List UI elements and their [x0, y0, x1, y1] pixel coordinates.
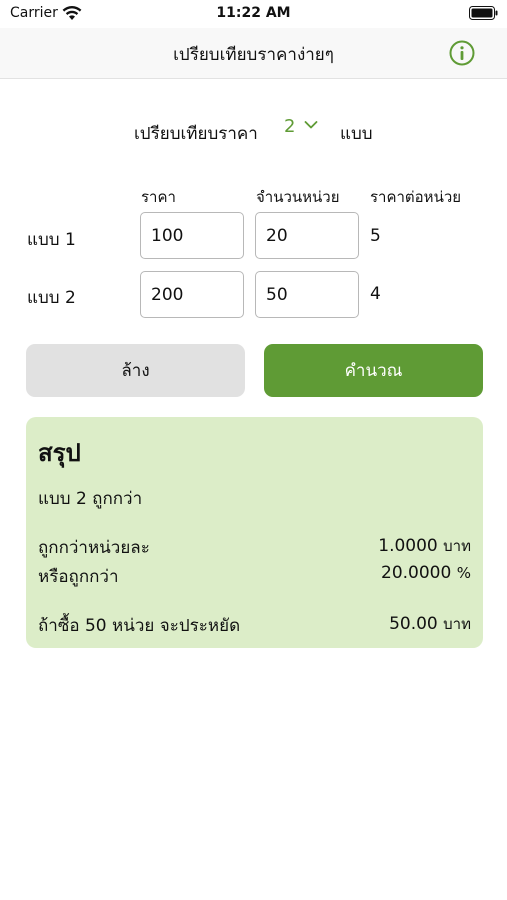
cheaper-percent-sign: % — [456, 564, 471, 582]
option-unit-label: แบบ — [340, 124, 373, 144]
cheaper-percent-label: หรือถูกกว่า — [38, 567, 119, 587]
nav-bar: เปรียบเทียบราคาง่ายๆ — [0, 28, 507, 79]
cheaper-per-unit-label: ถูกกว่าหน่วยละ — [38, 538, 150, 558]
clear-button[interactable]: ล้าง — [26, 344, 245, 397]
cheaper-per-unit-amount: 1.0000 — [378, 536, 438, 556]
page-title: เปรียบเทียบราคาง่ายๆ — [173, 45, 334, 65]
status-bar: Carrier 11:22 AM — [0, 0, 507, 28]
cheaper-per-unit-value: 1.0000 บาท — [378, 534, 471, 558]
savings-currency: บาท — [443, 615, 471, 633]
option-2-label: แบบ 2 — [27, 288, 76, 308]
option-2-quantity-input[interactable] — [255, 271, 359, 318]
summary-card: สรุป แบบ 2 ถูกกว่า ถูกกว่าหน่วยละ 1.0000… — [26, 417, 483, 648]
column-header-price: ราคา — [141, 188, 176, 206]
option-2-price-input[interactable] — [140, 271, 244, 318]
cheaper-per-unit-currency: บาท — [443, 537, 471, 555]
option-count-value: 2 — [284, 116, 296, 137]
chevron-down-icon — [304, 121, 318, 129]
option-1-quantity-input[interactable] — [255, 212, 359, 259]
savings-label: ถ้าซื้อ 50 หน่วย จะประหยัด — [38, 616, 241, 636]
option-1-price-per-unit: 5 — [370, 226, 381, 246]
compare-count-row: เปรียบเทียบราคา 2 แบบ — [0, 113, 507, 147]
status-time: 11:22 AM — [216, 5, 291, 21]
savings-value: 50.00 บาท — [389, 612, 471, 636]
summary-winner-text: แบบ 2 ถูกกว่า — [38, 489, 143, 509]
column-header-quantity: จำนวนหน่วย — [256, 188, 340, 206]
compare-label: เปรียบเทียบราคา — [134, 124, 258, 144]
option-count-picker[interactable]: 2 — [280, 113, 326, 143]
column-header-price-per-unit: ราคาต่อหน่วย — [370, 188, 462, 206]
savings-amount: 50.00 — [389, 614, 438, 634]
calculate-button[interactable]: คำนวณ — [264, 344, 483, 397]
summary-title: สรุป — [38, 439, 81, 467]
battery-icon — [469, 6, 498, 20]
option-1-label: แบบ 1 — [27, 230, 76, 250]
cheaper-percent-value: 20.0000 % — [381, 563, 471, 583]
option-1-price-input[interactable] — [140, 212, 244, 259]
info-circle-icon[interactable] — [449, 40, 475, 66]
cheaper-percent-amount: 20.0000 — [381, 563, 452, 583]
option-2-price-per-unit: 4 — [370, 284, 381, 304]
